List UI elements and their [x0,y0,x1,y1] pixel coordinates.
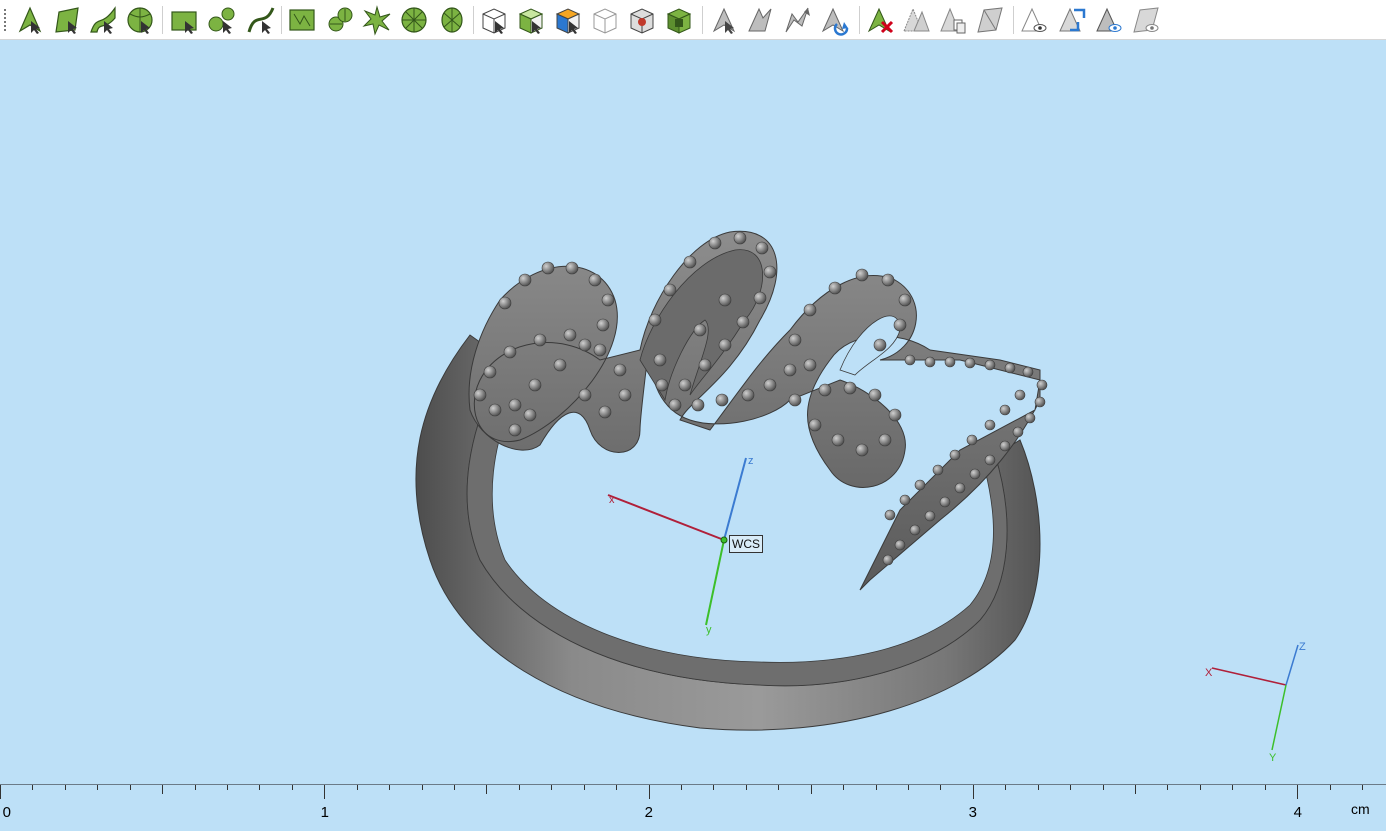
show-eye-icon[interactable] [1093,4,1125,36]
box-hidden-icon[interactable] [626,4,658,36]
ruler-label-2: 2 [644,804,654,821]
corner-x-label: X [1205,667,1213,679]
wcs-axes [607,457,747,626]
pointer-grey-icon[interactable] [708,4,740,36]
toolbar-separator [162,6,163,34]
select-edge-icon[interactable] [206,4,238,36]
select-curve-segment-icon[interactable] [245,4,277,36]
copy-object-icon[interactable] [937,4,969,36]
ruler-unit: cm [1351,801,1370,817]
face-split-icon[interactable] [436,4,468,36]
ring-3d-model[interactable] [415,230,1048,731]
corner-z-label: Z [1299,641,1306,653]
box-green-icon[interactable] [663,4,695,36]
show-object-icon[interactable] [974,4,1006,36]
box-white-icon[interactable] [478,4,510,36]
box-wireframe-icon[interactable] [589,4,621,36]
toolbar-separator [859,6,860,34]
eye-object-icon[interactable] [1018,4,1050,36]
hide-all-icon[interactable] [1130,4,1162,36]
ruler-label-4: 4 [1293,804,1303,821]
box-color-icon[interactable] [552,4,584,36]
ruler-ticks [0,785,1363,799]
face-cluster-icon[interactable] [324,4,356,36]
swap-visibility-icon[interactable] [1056,4,1088,36]
pointer-move-icon[interactable] [782,4,814,36]
wcs-x-label: x [609,494,615,506]
wcs-x-axis [607,494,725,541]
ruler-label-0: 0 [2,804,12,821]
wcs-label: WCS [729,535,763,553]
select-solid-icon[interactable] [124,4,156,36]
box-solid-icon[interactable] [515,4,547,36]
face-grid-icon[interactable] [286,4,318,36]
pointer-double-icon[interactable] [745,4,777,36]
select-arrow-icon[interactable] [14,4,46,36]
toolbar-separator [281,6,282,34]
select-face-icon[interactable] [168,4,200,36]
wcs-y-label: y [706,624,712,636]
delete-selection-icon[interactable] [864,4,896,36]
face-radial-icon[interactable] [398,4,430,36]
wcs-z-axis [723,457,747,541]
hide-object-icon[interactable] [900,4,932,36]
main-toolbar [0,0,1386,40]
pointer-rotate-icon[interactable] [819,4,851,36]
3d-viewport[interactable]: x y z WCS X Y Z [0,41,1386,784]
toolbar-separator [702,6,703,34]
toolbar-separator [473,6,474,34]
ruler-label-3: 3 [968,804,978,821]
corner-orientation-axes [1211,644,1299,751]
select-curve-icon[interactable] [87,4,119,36]
select-surface-icon[interactable] [51,4,83,36]
wcs-z-label: z [748,455,754,467]
face-star-icon[interactable] [361,4,393,36]
ruler-label-1: 1 [320,804,330,821]
toolbar-grip[interactable] [4,9,6,31]
toolbar-separator [1013,6,1014,34]
measurement-ruler: 0 1 2 3 4 cm [0,784,1386,830]
wcs-y-axis [705,539,725,626]
corner-y-label: Y [1269,752,1277,764]
viewport-canvas [415,230,1299,751]
